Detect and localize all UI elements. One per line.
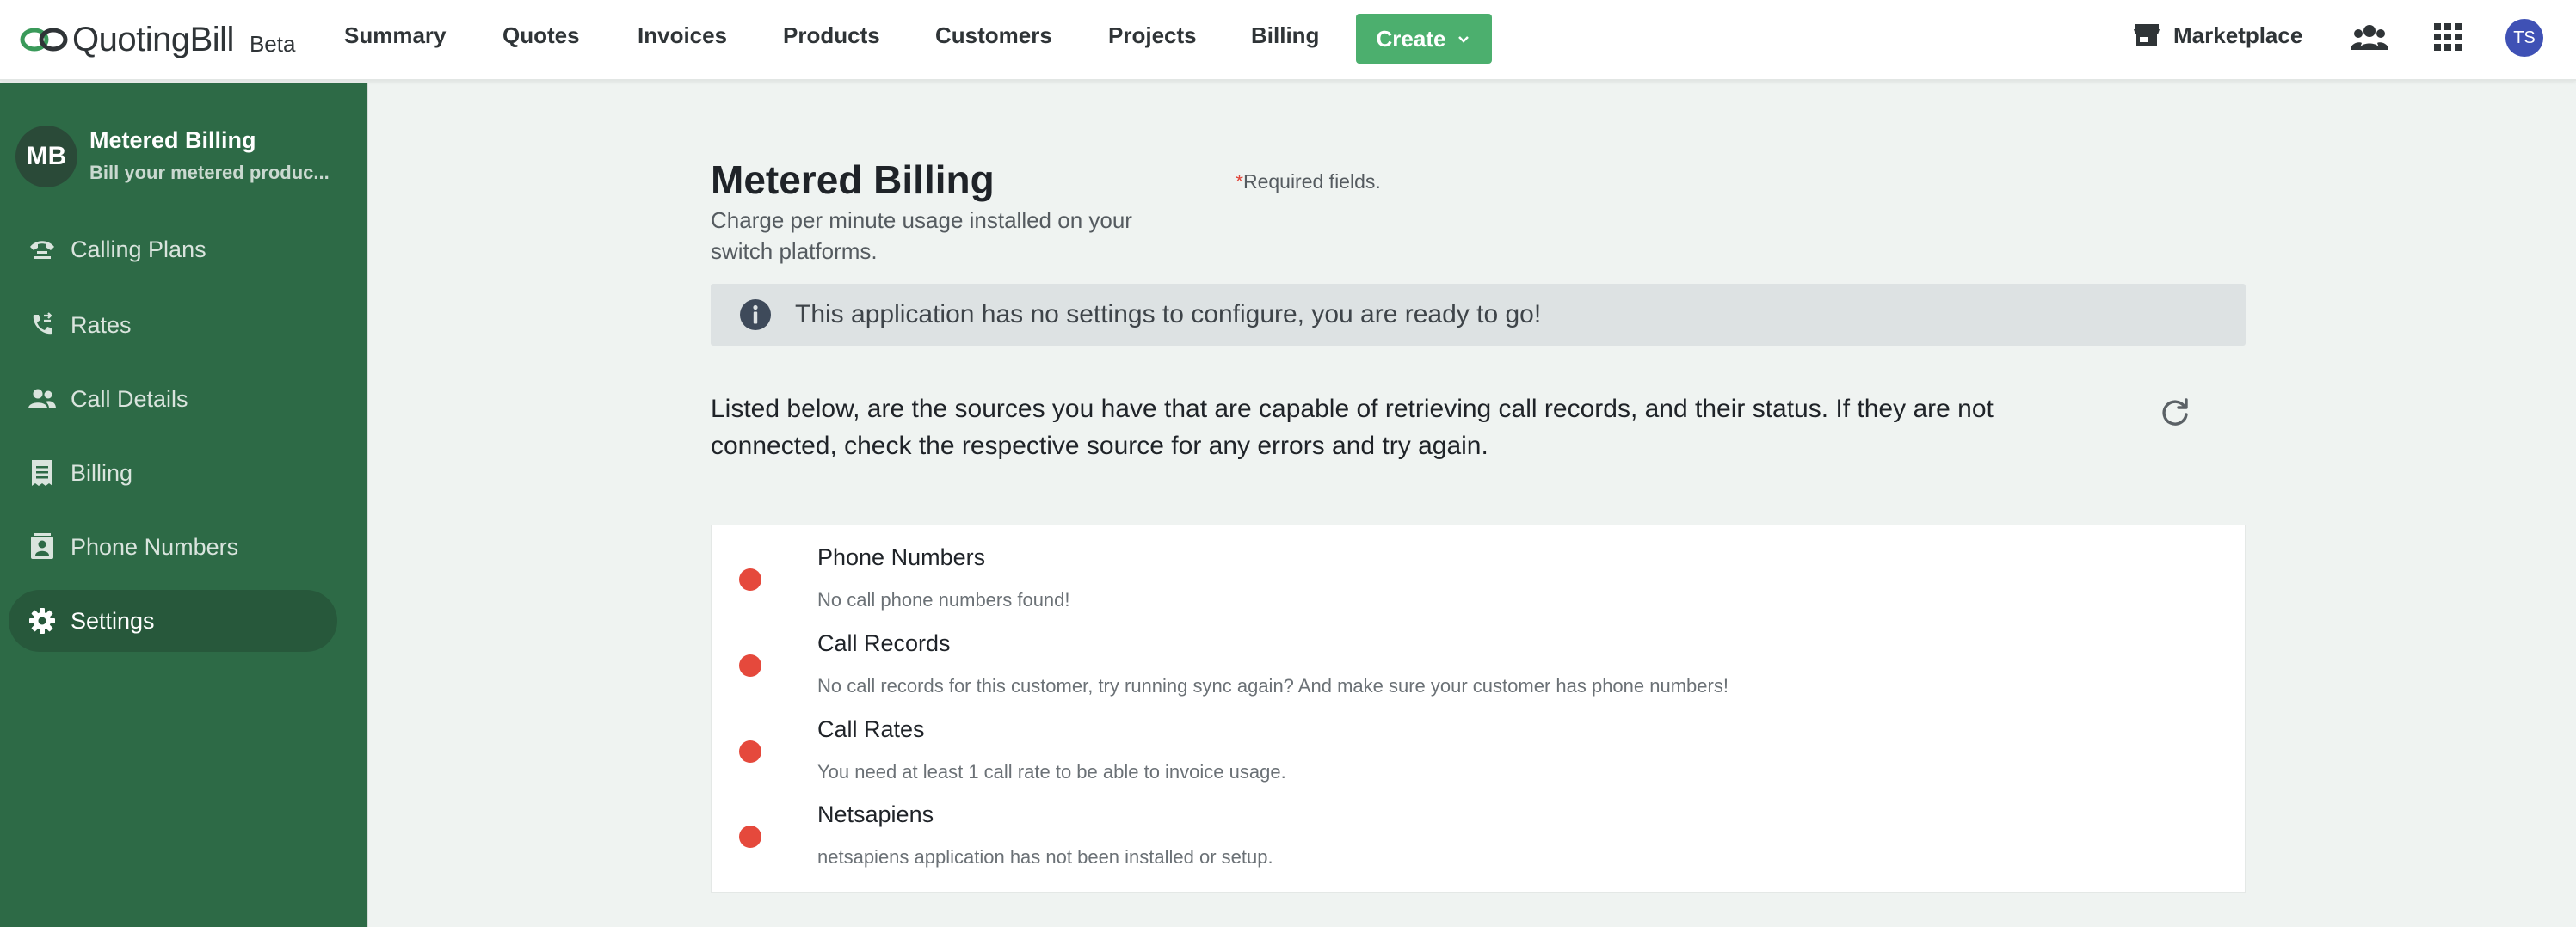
sidebar-item-label: Call Details xyxy=(71,385,188,412)
page-subtitle: Charge per minute usage installed on you… xyxy=(711,207,1132,264)
nav-customers[interactable]: Customers xyxy=(935,22,1052,49)
sources-intro: Listed below, are the sources you have t… xyxy=(711,395,1994,460)
people-icon xyxy=(28,384,57,414)
list-item: Netsapiens netsapiens application has no… xyxy=(712,783,2246,869)
app-subtitle: Bill your metered produc... xyxy=(89,162,330,183)
store-icon xyxy=(2134,24,2160,46)
page-title: Metered Billing xyxy=(711,157,995,202)
team-icon[interactable] xyxy=(2351,21,2388,55)
phone-forward-icon xyxy=(28,310,57,340)
brand-logo[interactable]: QuotingBill Beta xyxy=(19,14,295,65)
user-avatar[interactable]: TS xyxy=(2505,19,2543,57)
app-title: Metered Billing xyxy=(89,127,256,153)
nav-quotes[interactable]: Quotes xyxy=(502,22,580,49)
calling-plans-icon xyxy=(28,235,57,264)
alert-text: This application has no settings to conf… xyxy=(795,300,1542,328)
app-avatar: MB xyxy=(15,126,77,187)
refresh-icon[interactable] xyxy=(2158,396,2192,430)
gear-icon xyxy=(28,606,57,635)
beta-badge: Beta xyxy=(249,30,296,57)
marketplace-link[interactable]: Marketplace xyxy=(2132,21,2302,50)
source-message: No call records for this customer, try r… xyxy=(817,675,1729,697)
sidebar-item-billing[interactable]: Billing xyxy=(9,442,337,504)
logo-icon xyxy=(20,28,68,52)
contact-card-icon xyxy=(28,532,57,562)
apps-grid-icon[interactable] xyxy=(2433,22,2462,52)
top-navbar: QuotingBill Beta Summary Quotes Invoices… xyxy=(0,0,2576,81)
brand-name: QuotingBill xyxy=(72,20,234,58)
status-error-dot xyxy=(739,826,761,848)
sidebar-item-phone-numbers[interactable]: Phone Numbers xyxy=(9,516,337,578)
source-name: Call Rates xyxy=(817,716,925,742)
info-icon xyxy=(740,299,771,330)
source-message: You need at least 1 call rate to be able… xyxy=(817,761,1286,783)
source-message: netsapiens application has not been inst… xyxy=(817,846,1273,868)
create-label: Create xyxy=(1376,25,1446,52)
sidebar-item-label: Phone Numbers xyxy=(71,533,239,560)
nav-products[interactable]: Products xyxy=(783,22,880,49)
source-name: Phone Numbers xyxy=(817,544,986,570)
sidebar-item-calling-plans[interactable]: Calling Plans xyxy=(9,218,337,280)
list-item: Call Rates You need at least 1 call rate… xyxy=(712,697,2246,783)
sidebar-item-label: Settings xyxy=(71,607,155,634)
receipt-icon xyxy=(28,458,57,488)
nav-projects[interactable]: Projects xyxy=(1108,22,1197,49)
status-error-dot xyxy=(739,740,761,763)
source-name: Call Records xyxy=(817,630,951,656)
source-message: No call phone numbers found! xyxy=(817,589,1070,611)
chevron-down-icon xyxy=(1458,36,1470,43)
nav-invoices[interactable]: Invoices xyxy=(638,22,727,49)
sidebar-item-label: Calling Plans xyxy=(71,236,206,262)
required-fields-note: *Required fields. xyxy=(1236,170,1381,193)
create-button[interactable]: Create xyxy=(1356,14,1492,64)
required-star: * xyxy=(1236,170,1243,193)
required-text: Required fields. xyxy=(1242,170,1381,193)
list-item: Call Records No call records for this cu… xyxy=(712,611,2246,697)
sidebar: MB Metered Billing Bill your metered pro… xyxy=(0,83,368,927)
sidebar-item-label: Billing xyxy=(71,459,133,486)
list-item: Phone Numbers No call phone numbers foun… xyxy=(712,525,2246,611)
nav-summary[interactable]: Summary xyxy=(344,22,447,49)
status-error-dot xyxy=(739,568,761,591)
sidebar-item-call-details[interactable]: Call Details xyxy=(9,368,337,430)
source-name: Netsapiens xyxy=(817,801,934,827)
sources-panel: Phone Numbers No call phone numbers foun… xyxy=(711,525,2246,893)
status-error-dot xyxy=(739,654,761,677)
sidebar-item-settings[interactable]: Settings xyxy=(9,590,337,652)
sidebar-item-rates[interactable]: Rates xyxy=(9,294,337,356)
info-alert: This application has no settings to conf… xyxy=(711,284,2246,346)
marketplace-label: Marketplace xyxy=(2173,21,2303,48)
sidebar-item-label: Rates xyxy=(71,311,132,338)
nav-billing[interactable]: Billing xyxy=(1251,22,1319,49)
